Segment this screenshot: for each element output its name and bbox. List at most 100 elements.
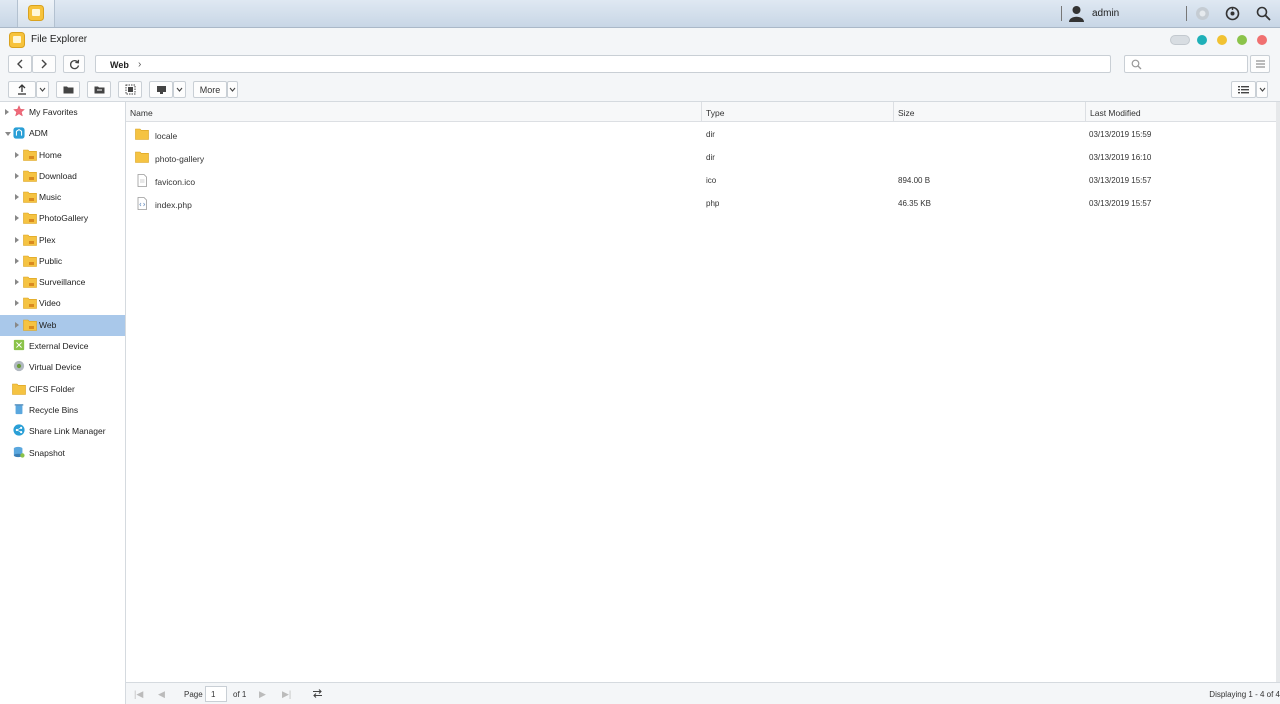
- expand-arrow-icon[interactable]: [15, 173, 19, 179]
- tree-label: Music: [39, 192, 62, 202]
- user-icon[interactable]: [1068, 5, 1085, 22]
- column-header-label: Type: [706, 108, 725, 118]
- tree-label: Plex: [39, 235, 56, 245]
- expand-arrow-icon[interactable]: [5, 109, 9, 115]
- tree-label: Home: [39, 150, 62, 160]
- file-type: php: [706, 199, 720, 208]
- window-close-button[interactable]: [1257, 35, 1267, 45]
- column-header-size[interactable]: Size: [894, 102, 1086, 122]
- next-page-icon[interactable]: ▶: [259, 689, 266, 700]
- back-button[interactable]: [8, 55, 32, 73]
- tree-item-plex[interactable]: Plex: [0, 230, 125, 251]
- expand-arrow-icon[interactable]: [15, 300, 19, 306]
- column-header-label: Last Modified: [1090, 108, 1141, 118]
- scrollbar[interactable]: [1276, 102, 1280, 704]
- expand-arrow-icon[interactable]: [15, 237, 19, 243]
- more-dropdown-button[interactable]: [227, 81, 238, 98]
- tree-label: ADM: [29, 128, 48, 138]
- breadcrumb-item-web[interactable]: Web: [110, 60, 129, 70]
- expand-arrow-icon[interactable]: [15, 279, 19, 285]
- tree-item-share-link-manager[interactable]: Share Link Manager: [0, 421, 125, 442]
- expand-arrow-icon[interactable]: [15, 152, 19, 158]
- window-toggle-pill[interactable]: [1170, 35, 1190, 45]
- advanced-search-button[interactable]: [1250, 55, 1270, 73]
- select-button[interactable]: [118, 81, 142, 98]
- tree-item-web[interactable]: Web: [0, 315, 125, 336]
- tree-item-surveillance[interactable]: Surveillance: [0, 272, 125, 293]
- shared-folder-icon: [23, 255, 37, 267]
- tree-item-snapshot[interactable]: Snapshot: [0, 443, 125, 464]
- open-folder-button[interactable]: [87, 81, 111, 98]
- window-maximize-button[interactable]: [1237, 35, 1247, 45]
- expand-arrow-icon[interactable]: [15, 215, 19, 221]
- file-explorer-icon: [9, 32, 25, 48]
- last-page-icon[interactable]: ▶|: [282, 689, 291, 700]
- window-minimize-button[interactable]: [1217, 35, 1227, 45]
- username-label[interactable]: admin: [1092, 8, 1119, 19]
- shared-folder-icon: [23, 212, 37, 224]
- search-icon[interactable]: [1256, 6, 1271, 21]
- previous-page-icon[interactable]: ◀: [158, 689, 165, 700]
- tree-item-external-device[interactable]: External Device: [0, 336, 125, 357]
- column-header-last-modified[interactable]: Last Modified: [1086, 102, 1276, 122]
- table-row[interactable]: locale dir 03/13/2019 15:59: [126, 123, 1276, 146]
- tree-label: Public: [39, 256, 63, 266]
- tree-item-download[interactable]: Download: [0, 166, 125, 187]
- expand-arrow-icon[interactable]: [15, 194, 19, 200]
- share-dropdown-button[interactable]: [173, 81, 186, 98]
- tree-item-photogallery[interactable]: PhotoGallery: [0, 208, 125, 229]
- share-link-icon: [13, 424, 25, 436]
- upload-button[interactable]: [8, 81, 36, 98]
- table-row[interactable]: photo-gallery dir 03/13/2019 16:10: [126, 146, 1276, 169]
- new-folder-icon: [63, 86, 73, 94]
- tree-item-home[interactable]: Home: [0, 145, 125, 166]
- expand-arrow-icon[interactable]: [15, 322, 19, 328]
- display-count-label: Displaying 1 - 4 of 4: [1209, 690, 1280, 699]
- tree-item-adm[interactable]: ADM: [0, 123, 125, 144]
- folder-icon: [135, 128, 149, 140]
- window-info-button[interactable]: [1197, 35, 1207, 45]
- more-button[interactable]: More: [193, 81, 227, 98]
- file-explorer-taskbar-tab[interactable]: [17, 0, 55, 27]
- tree-item-public[interactable]: Public: [0, 251, 125, 272]
- tree-label: Web: [39, 320, 57, 330]
- first-page-icon[interactable]: |◀: [134, 689, 143, 700]
- share-button[interactable]: [149, 81, 173, 98]
- dashboard-icon[interactable]: [1225, 6, 1240, 21]
- new-folder-button[interactable]: [56, 81, 80, 98]
- upload-dropdown-button[interactable]: [36, 81, 49, 98]
- star-icon: [13, 105, 25, 117]
- page-number-input[interactable]: 1: [205, 686, 227, 702]
- expand-arrow-icon[interactable]: [15, 258, 19, 264]
- desktop-share-icon: [156, 85, 166, 94]
- notification-icon[interactable]: [1195, 6, 1210, 21]
- tree-item-music[interactable]: Music: [0, 187, 125, 208]
- tree-label: My Favorites: [29, 107, 78, 117]
- tree-item-recycle-bins[interactable]: Recycle Bins: [0, 400, 125, 421]
- table-row[interactable]: favicon.ico ico 894.00 B 03/13/2019 15:5…: [126, 169, 1276, 192]
- file-name: favicon.ico: [155, 177, 196, 187]
- page-label: Page: [184, 690, 203, 699]
- refresh-button[interactable]: [63, 55, 85, 73]
- view-mode-dropdown-button[interactable]: [1256, 81, 1268, 98]
- collapse-arrow-icon[interactable]: [5, 132, 11, 136]
- table-row[interactable]: index.php php 46.35 KB 03/13/2019 15:57: [126, 192, 1276, 215]
- view-mode-button[interactable]: [1231, 81, 1256, 98]
- tree-item-cifs-folder[interactable]: CIFS Folder: [0, 379, 125, 400]
- nas-device-icon: [13, 127, 25, 139]
- search-input[interactable]: [1124, 55, 1248, 73]
- column-header-type[interactable]: Type: [702, 102, 894, 122]
- forward-button[interactable]: [32, 55, 56, 73]
- column-header-name[interactable]: Name: [126, 102, 702, 122]
- tree-item-virtual-device[interactable]: Virtual Device: [0, 357, 125, 378]
- file-size: 894.00 B: [898, 176, 931, 185]
- tree-item-video[interactable]: Video: [0, 293, 125, 314]
- list-view-icon: [1238, 86, 1249, 94]
- shared-folder-icon: [23, 170, 37, 182]
- refresh-transfer-icon[interactable]: [312, 688, 323, 699]
- breadcrumb-separator[interactable]: ›: [138, 59, 141, 70]
- breadcrumb[interactable]: Web ›: [95, 55, 1111, 73]
- tree-label: CIFS Folder: [29, 384, 75, 394]
- file-explorer-icon: [28, 5, 44, 21]
- tree-item-my-favorites[interactable]: My Favorites: [0, 102, 125, 123]
